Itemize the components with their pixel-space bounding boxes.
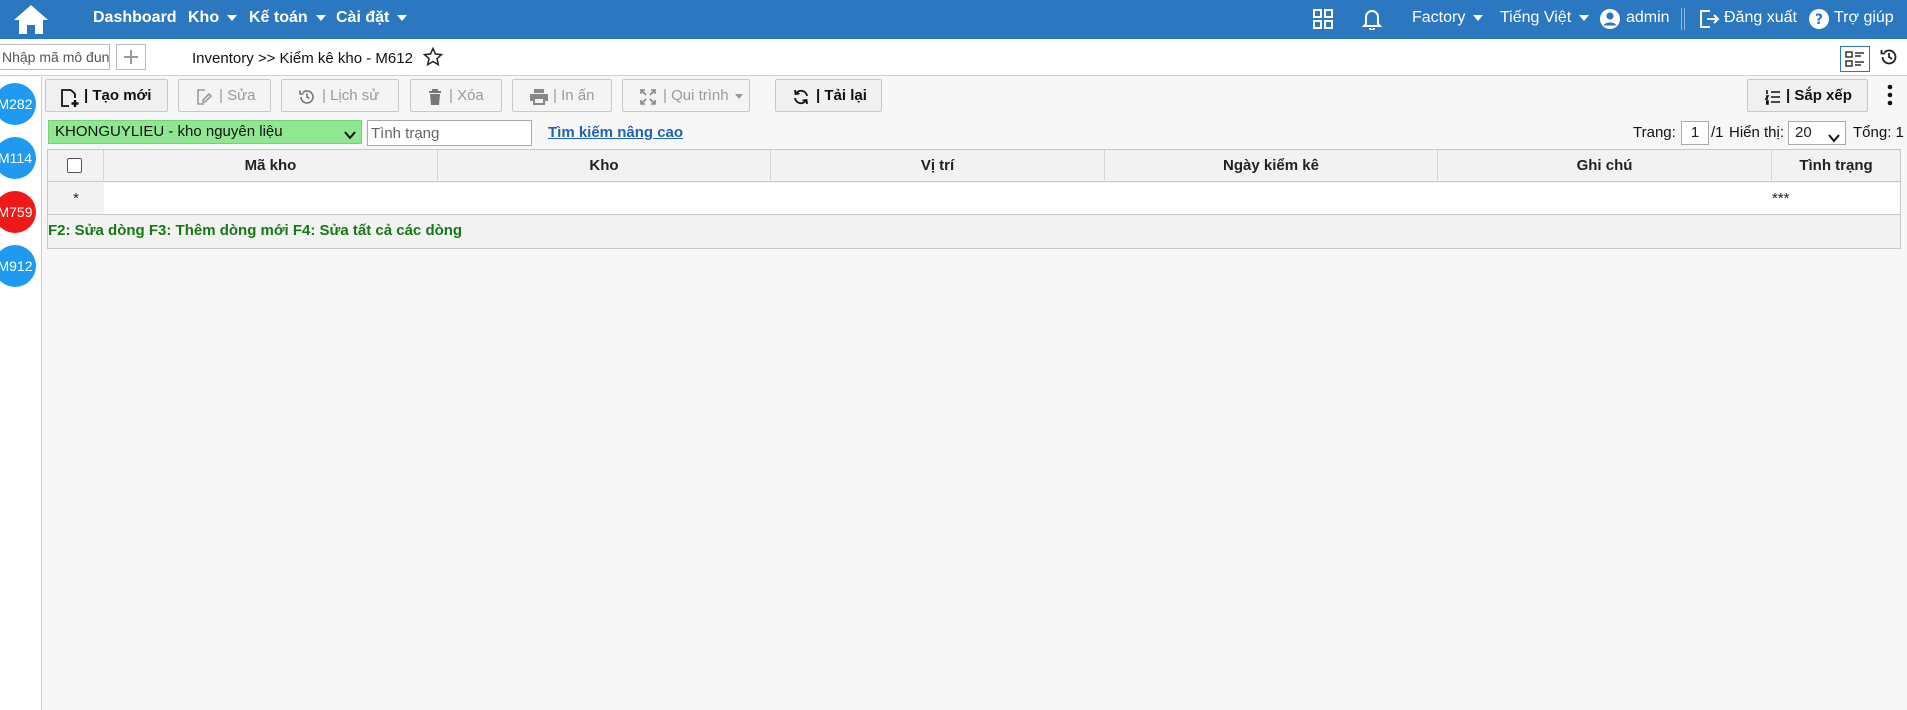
nav-ke-toan[interactable]: Kế toán — [249, 9, 326, 27]
history-icon[interactable] — [1879, 47, 1899, 71]
module-shortcut-m912[interactable]: M912 — [0, 245, 36, 287]
status-filter-input[interactable] — [367, 120, 532, 146]
language-dropdown[interactable]: Tiếng Việt — [1500, 9, 1590, 27]
printer-icon — [530, 89, 548, 105]
breadcrumb: Inventory >> Kiểm kê kho - M612 — [192, 50, 413, 67]
chevron-down-icon — [227, 14, 238, 21]
user-menu[interactable]: admin — [1626, 9, 1670, 27]
new-row[interactable]: * *** — [48, 183, 1900, 215]
print-button[interactable]: | In ấn — [512, 79, 612, 112]
plus-icon — [124, 50, 138, 64]
nav-divider — [1681, 8, 1685, 30]
module-shortcut-m759[interactable]: M759 — [0, 191, 36, 233]
module-shortcut-m282[interactable]: M282 — [0, 83, 36, 125]
edit-button[interactable]: | Sửa — [178, 79, 271, 112]
keyboard-shortcut-hint: F2: Sửa dòng F3: Thêm dòng mới F4: Sửa t… — [48, 222, 463, 239]
reload-button[interactable]: | Tải lại — [775, 79, 882, 112]
logout-icon[interactable] — [1698, 8, 1720, 34]
list-view-icon — [1845, 51, 1864, 67]
star-icon[interactable] — [422, 46, 444, 71]
select-all-checkbox[interactable] — [67, 158, 82, 173]
chevron-down-icon — [1827, 128, 1841, 150]
column-header-tinh-trang[interactable]: Tình trạng — [1772, 150, 1900, 182]
user-circle-icon — [1599, 8, 1621, 34]
column-header-ngay-kiem-ke[interactable]: Ngày kiểm kê — [1105, 150, 1438, 182]
advanced-search-link[interactable]: Tìm kiếm nâng cao — [548, 124, 683, 141]
delete-button[interactable]: | Xóa — [410, 79, 502, 112]
logout-link[interactable]: Đăng xuất — [1724, 9, 1797, 27]
inventory-count-grid: Mã kho Kho Vị trí Ngày kiểm kê Ghi chú T… — [47, 149, 1901, 249]
page-label: Trang: — [1633, 124, 1676, 141]
page-size-label: Hiển thị: — [1729, 124, 1785, 141]
chevron-down-icon — [315, 14, 326, 21]
page-size-select[interactable]: 20 — [1788, 121, 1846, 145]
total-pages: /1 — [1711, 124, 1724, 141]
column-header-vi-tri[interactable]: Vị trí — [771, 150, 1105, 182]
warehouse-select[interactable]: KHONGUYLIEU - kho nguyên liệu — [48, 120, 362, 144]
add-module-button[interactable] — [116, 44, 146, 70]
trash-icon — [429, 89, 441, 105]
refresh-icon — [794, 89, 808, 105]
nav-dashboard[interactable]: Dashboard — [93, 9, 177, 27]
new-row-status: *** — [1772, 190, 1790, 207]
history-icon — [299, 90, 314, 104]
recent-modules-sidebar: M282 M114 M759 M912 — [0, 77, 42, 710]
chevron-down-icon — [343, 126, 357, 148]
column-header-kho[interactable]: Kho — [438, 150, 771, 182]
module-shortcut-m114[interactable]: M114 — [0, 137, 36, 179]
edit-icon — [197, 89, 213, 105]
module-code-input[interactable] — [0, 44, 110, 70]
new-row-marker: * — [48, 183, 104, 214]
expand-icon — [640, 89, 656, 105]
chevron-down-icon — [735, 94, 743, 99]
help-icon[interactable]: ? — [1808, 8, 1830, 34]
grid-apps-icon[interactable] — [1312, 8, 1334, 34]
top-navbar: Dashboard Kho Kế toán Cài đặt Factory Ti… — [0, 0, 1907, 39]
new-document-icon — [61, 89, 79, 107]
column-header-ghi-chu[interactable]: Ghi chú — [1438, 150, 1772, 182]
column-header-ma-kho[interactable]: Mã kho — [104, 150, 438, 182]
select-all-header — [48, 150, 104, 182]
create-button[interactable]: | Tạo mới — [45, 79, 168, 112]
history-button[interactable]: | Lịch sử — [281, 79, 399, 112]
svg-text:?: ? — [1815, 12, 1823, 28]
chevron-down-icon — [1579, 14, 1590, 21]
chevron-down-icon — [397, 14, 408, 21]
factory-dropdown[interactable]: Factory — [1412, 9, 1484, 27]
chevron-down-icon — [1473, 14, 1484, 21]
help-link[interactable]: Trợ giúp — [1834, 9, 1894, 27]
bell-icon[interactable] — [1361, 8, 1383, 34]
home-icon[interactable] — [12, 3, 50, 35]
total-count: Tổng: 1 — [1853, 124, 1904, 141]
more-options-icon[interactable] — [1887, 84, 1893, 110]
sort-button[interactable]: | Sắp xếp — [1747, 79, 1868, 112]
list-view-button[interactable] — [1840, 46, 1870, 72]
page-number-input[interactable]: 1 — [1681, 121, 1709, 145]
nav-kho[interactable]: Kho — [188, 9, 238, 27]
process-dropdown-button[interactable]: | Qui trình — [622, 79, 750, 112]
sort-list-icon — [1764, 90, 1780, 105]
nav-cai-dat[interactable]: Cài đặt — [336, 9, 408, 27]
